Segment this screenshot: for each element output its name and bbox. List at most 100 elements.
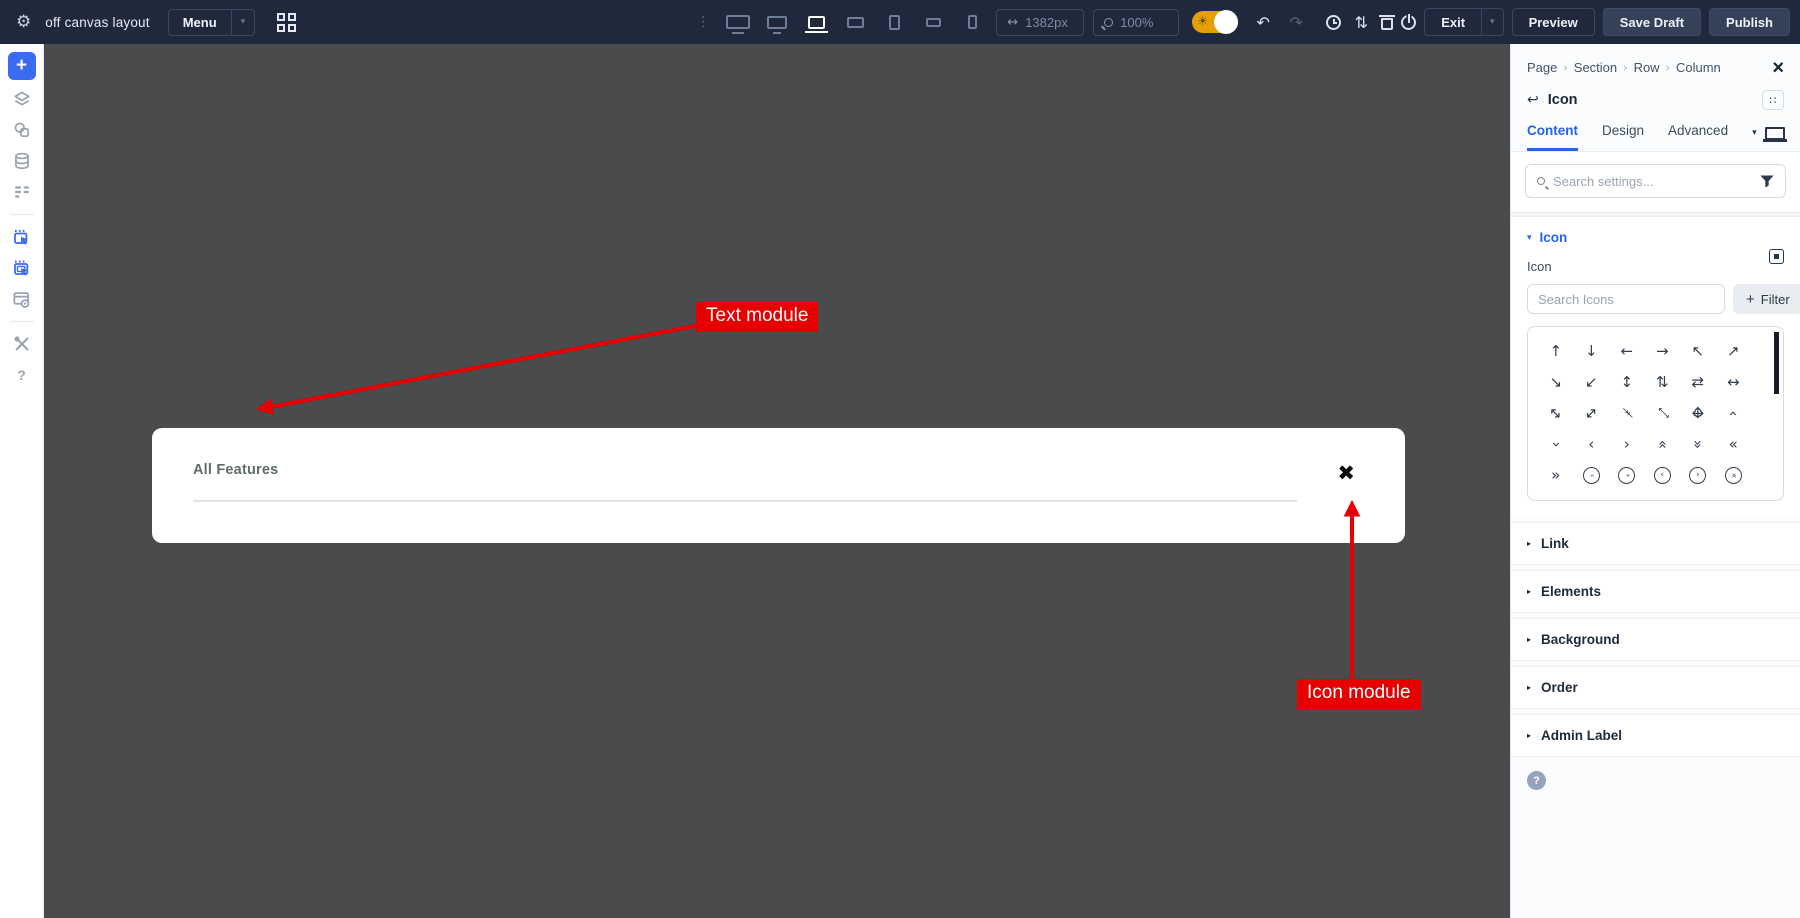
back-arrow-icon[interactable]: ↩ xyxy=(1527,92,1539,108)
settings-gear-icon[interactable]: ⚙ xyxy=(16,12,31,32)
history-clock-icon[interactable] xyxy=(1326,15,1341,30)
chevron-left-icon[interactable]: ‹ xyxy=(1574,429,1610,460)
canvas-width-field[interactable]: ↔ xyxy=(996,9,1084,36)
drag-handle-dots-icon[interactable]: ⋮ xyxy=(696,20,710,24)
tab-advanced[interactable]: Advanced xyxy=(1668,123,1728,151)
section-elements[interactable]: ▸Elements xyxy=(1511,570,1800,613)
breadcrumb-row[interactable]: Row xyxy=(1634,60,1660,75)
device-laptop-button-active[interactable] xyxy=(801,9,831,35)
breadcrumb-section[interactable]: Section xyxy=(1574,60,1617,75)
help-icon[interactable]: ? xyxy=(8,363,36,387)
close-panel-icon[interactable]: × xyxy=(1772,61,1784,75)
expand-diagonal-nwse-icon[interactable]: ↔ xyxy=(1538,398,1574,429)
chevron-down-icon[interactable]: › xyxy=(1538,429,1574,460)
section-admin-label[interactable]: ▸Admin Label xyxy=(1511,714,1800,757)
chevron-up-circle-icon[interactable]: ‹ xyxy=(1574,460,1610,491)
select-all-modules-icon[interactable] xyxy=(8,256,36,280)
filter-funnel-icon[interactable] xyxy=(1760,175,1774,188)
expand-diagonal-nesw-icon[interactable]: ↔ xyxy=(1574,398,1610,429)
icon-filter-button-label: Filter xyxy=(1761,292,1790,307)
device-phone-landscape-button[interactable] xyxy=(918,9,948,35)
select-module-icon[interactable] xyxy=(8,225,36,249)
preview-button[interactable]: Preview xyxy=(1512,8,1595,36)
breadcrumb-column[interactable]: Column xyxy=(1676,60,1721,75)
arrow-up-down-icon[interactable]: ↕ xyxy=(1609,367,1645,398)
redo-icon[interactable]: ↷ xyxy=(1284,13,1308,32)
expand-out-diagonal-icon[interactable]: ←→ xyxy=(1645,398,1681,429)
arrow-up-left-icon[interactable]: ↖ xyxy=(1680,336,1716,367)
icon-section-header[interactable]: ▾ Icon xyxy=(1527,230,1784,245)
device-phone-portrait-button[interactable] xyxy=(957,9,987,35)
device-desktop-button[interactable] xyxy=(762,9,792,35)
double-chevron-up-circle-icon[interactable]: « xyxy=(1716,460,1752,491)
icon-module-close-x[interactable]: ✖ xyxy=(1337,463,1355,484)
arrows-swap-horizontal-icon[interactable]: ⇄ xyxy=(1680,367,1716,398)
exit-button[interactable]: Exit ▾ xyxy=(1424,8,1503,36)
zoom-field[interactable] xyxy=(1093,9,1179,36)
device-desktop-xl-button[interactable] xyxy=(723,9,753,35)
toggle-knob[interactable] xyxy=(1214,10,1238,34)
arrows-swap-vertical-icon[interactable]: ⇅ xyxy=(1645,367,1681,398)
double-chevron-right-icon[interactable]: » xyxy=(1538,460,1574,491)
search-settings-input[interactable] xyxy=(1553,174,1752,189)
chevron-down-icon[interactable]: ▾ xyxy=(1752,128,1757,138)
builder-canvas[interactable]: All Features ✖ Text module Icon module xyxy=(44,44,1510,918)
zoom-input[interactable] xyxy=(1120,15,1168,30)
grid-scrollbar-thumb[interactable] xyxy=(1774,332,1779,394)
layers-icon[interactable] xyxy=(8,87,36,111)
chevron-right-circle-icon[interactable]: › xyxy=(1680,460,1716,491)
caret-right-icon: ▸ xyxy=(1527,683,1531,692)
arrow-up-icon[interactable]: ↑ xyxy=(1538,336,1574,367)
section-link[interactable]: ▸Link xyxy=(1511,522,1800,565)
chevron-right-icon[interactable]: › xyxy=(1609,429,1645,460)
layout-grid-icon[interactable] xyxy=(277,13,296,32)
sort-arrows-icon[interactable]: ⇅ xyxy=(1349,13,1373,32)
responsive-device-icon[interactable] xyxy=(1765,127,1785,140)
chevron-up-icon[interactable]: ‹ xyxy=(1716,398,1752,429)
arrow-left-icon[interactable]: ← xyxy=(1609,336,1645,367)
chevron-down-circle-icon[interactable]: › xyxy=(1609,460,1645,491)
move-icon[interactable]: ↔↕ xyxy=(1680,398,1716,429)
chevron-left-circle-icon[interactable]: ‹ xyxy=(1645,460,1681,491)
double-chevron-left-icon[interactable]: « xyxy=(1716,429,1752,460)
text-module[interactable]: All Features xyxy=(193,462,1297,502)
search-settings-field[interactable] xyxy=(1525,164,1786,198)
double-chevron-down-icon[interactable]: » xyxy=(1680,429,1716,460)
tools-icon[interactable] xyxy=(8,332,36,356)
panel-help-icon[interactable]: ? xyxy=(1527,771,1546,790)
arrow-down-left-icon[interactable]: ↙ xyxy=(1574,367,1610,398)
double-chevron-up-icon[interactable]: « xyxy=(1645,429,1681,460)
panel-position-icon[interactable]: ∷ xyxy=(1762,90,1784,110)
tab-content[interactable]: Content xyxy=(1527,123,1578,151)
add-module-button[interactable]: + xyxy=(8,52,36,80)
database-icon[interactable] xyxy=(8,149,36,173)
trash-icon[interactable] xyxy=(1381,18,1393,30)
list-lines-icon[interactable] xyxy=(8,180,36,204)
device-tablet-landscape-button[interactable] xyxy=(840,9,870,35)
theme-toggle[interactable]: ☀ xyxy=(1192,11,1238,33)
arrow-down-icon[interactable]: ↓ xyxy=(1574,336,1610,367)
focus-target-icon[interactable] xyxy=(1769,249,1784,264)
save-draft-button[interactable]: Save Draft xyxy=(1603,8,1701,36)
tab-design[interactable]: Design xyxy=(1602,123,1644,151)
section-background[interactable]: ▸Background xyxy=(1511,618,1800,661)
arrow-up-right-icon[interactable]: ↗ xyxy=(1716,336,1752,367)
chevron-down-icon[interactable]: ▾ xyxy=(1481,9,1503,35)
search-icons-input[interactable] xyxy=(1527,284,1725,314)
arrow-down-right-icon[interactable]: ↘ xyxy=(1538,367,1574,398)
chevron-down-icon[interactable]: ▾ xyxy=(231,10,255,35)
device-tablet-portrait-button[interactable] xyxy=(879,9,909,35)
menu-dropdown[interactable]: Menu ▾ xyxy=(168,9,255,36)
publish-button[interactable]: Publish xyxy=(1709,8,1790,36)
arrow-right-icon[interactable]: → xyxy=(1645,336,1681,367)
arrow-left-right-icon[interactable]: ↔ xyxy=(1716,367,1752,398)
icon-filter-button[interactable]: + Filter xyxy=(1733,284,1800,314)
breadcrumb-page[interactable]: Page xyxy=(1527,60,1557,75)
portability-icon[interactable] xyxy=(1401,15,1416,30)
canvas-width-input[interactable] xyxy=(1025,15,1073,30)
collapse-diagonal-icon[interactable]: →← xyxy=(1609,398,1645,429)
undo-icon[interactable]: ↶ xyxy=(1251,13,1275,32)
design-presets-icon[interactable] xyxy=(8,118,36,142)
page-view-icon[interactable] xyxy=(8,287,36,311)
section-order[interactable]: ▸Order xyxy=(1511,666,1800,709)
